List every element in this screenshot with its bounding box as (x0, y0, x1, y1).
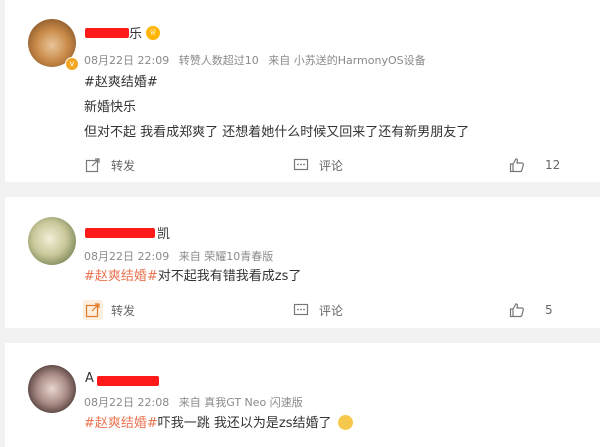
repost-icon (83, 155, 103, 175)
comment-source: 来自 荣耀10青春版 (178, 250, 274, 263)
username-tail[interactable]: 乐 (129, 23, 142, 42)
comment-meta: 08月22日 22:09 来自 荣耀10青春版 (84, 248, 279, 264)
like-button[interactable]: 12 (507, 154, 560, 176)
redacted-username (85, 228, 155, 238)
username-head[interactable]: A (85, 371, 94, 386)
repost-button[interactable]: 转发 (83, 154, 135, 176)
verified-badge-icon: v (65, 57, 79, 71)
comment-text: #赵爽结婚#吓我一跳 我还以为是zs结婚了 (84, 412, 353, 431)
comment-text-line-2: 但对不起 我看成郑爽了 还想着她什么时候又回来了还有新男朋友了 (84, 125, 470, 140)
comment-body: 对不起我有错我看成zs了 (157, 269, 302, 284)
comment-meta: 08月22日 22:08 来自 真我GT Neo 闪速版 (84, 394, 309, 410)
avatar[interactable] (28, 365, 76, 413)
hashtag-link[interactable]: #赵爽结婚# (84, 71, 158, 90)
repost-button[interactable]: 转发 (83, 299, 135, 321)
comment-source: 来自 小苏送的HarmonyOS设备 (268, 54, 426, 67)
comment-time[interactable]: 08月22日 22:08 (84, 396, 169, 409)
avatar[interactable] (28, 217, 76, 265)
comment-note: 转赞人数超过10 (178, 54, 259, 67)
comment-card-3: A 08月22日 22:08 来自 真我GT Neo 闪速版 #赵爽结婚#吓我一… (5, 343, 600, 447)
comment-label: 评论 (319, 303, 344, 318)
thumbs-up-icon (507, 300, 527, 320)
comment-icon (291, 300, 311, 320)
member-crown-icon: ♕ (146, 26, 160, 40)
comment-button[interactable]: 评论 (291, 154, 343, 176)
hashtag-link[interactable]: #赵爽结婚# (84, 269, 158, 284)
repost-icon (83, 300, 103, 320)
comment-label: 评论 (319, 158, 344, 173)
action-bar: 转发 评论 12 (5, 154, 600, 176)
like-count: 12 (545, 158, 561, 172)
action-bar: 转发 评论 5 (5, 299, 600, 321)
comment-card-1: v 乐 ♕ 08月22日 22:09 转赞人数超过10 来自 小苏送的Harmo… (5, 0, 600, 182)
comment-icon (291, 155, 311, 175)
repost-label: 转发 (111, 303, 136, 318)
comment-button[interactable]: 评论 (291, 299, 343, 321)
emoji-icon (337, 415, 353, 430)
username-tail[interactable]: 凯 (157, 223, 170, 242)
comment-time[interactable]: 08月22日 22:09 (84, 250, 169, 263)
comment-source: 来自 真我GT Neo 闪速版 (178, 396, 303, 409)
redacted-username (97, 376, 159, 386)
redacted-username (85, 28, 129, 38)
comment-text-line-1: 新婚快乐 (84, 100, 137, 115)
repost-label: 转发 (111, 158, 136, 173)
comment-body: 吓我一跳 我还以为是zs结婚了 (157, 416, 332, 431)
comment-text: #赵爽结婚#对不起我有错我看成zs了 (84, 265, 301, 284)
like-count: 5 (545, 303, 553, 317)
comment-time[interactable]: 08月22日 22:09 (84, 54, 169, 67)
comment-card-2: 凯 08月22日 22:09 来自 荣耀10青春版 #赵爽结婚#对不起我有错我看… (5, 197, 600, 328)
like-button[interactable]: 5 (507, 299, 553, 321)
hashtag-link[interactable]: #赵爽结婚# (84, 416, 158, 431)
thumbs-up-icon (507, 155, 527, 175)
comment-meta: 08月22日 22:09 转赞人数超过10 来自 小苏送的HarmonyOS设备 (84, 52, 432, 68)
